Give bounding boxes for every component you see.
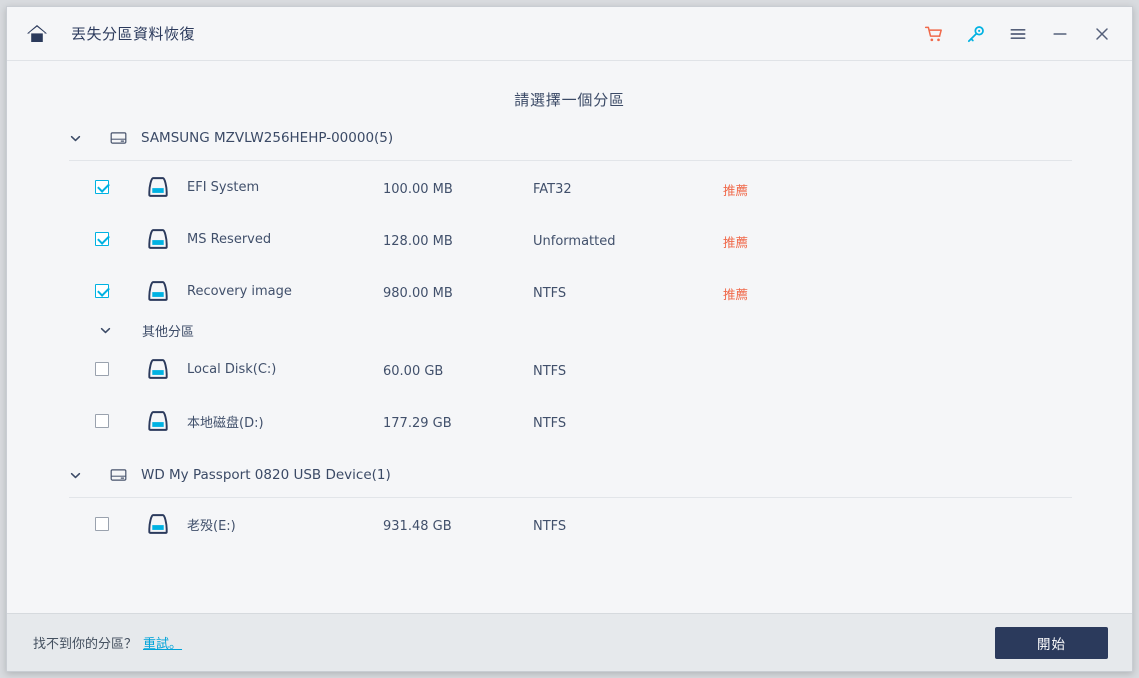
device-group: WD My Passport 0820 USB Device(1) 老殁(E:) 9… (7, 461, 1132, 550)
key-icon[interactable] (958, 17, 994, 51)
partition-checkbox[interactable] (95, 517, 109, 531)
partition-recommended-badge: 推薦 (723, 183, 749, 198)
window-title: 丟失分區資料恢復 (71, 25, 196, 43)
partition-checkbox[interactable] (95, 284, 109, 298)
partition-checkbox[interactable] (95, 232, 109, 246)
partition-filesystem: NTFS (533, 286, 567, 301)
partition-filesystem: NTFS (533, 364, 567, 379)
subgroup-header[interactable]: 其他分區 (7, 317, 1132, 343)
partition-checkbox[interactable] (95, 414, 109, 428)
partition-checkbox[interactable] (95, 362, 109, 376)
chevron-down-icon[interactable] (99, 324, 126, 337)
chevron-down-icon[interactable] (69, 469, 96, 482)
partition-selection-panel: 請選擇一個分區 SAMSUNG MZVLW256HEHP-00000(5) EFI… (7, 61, 1132, 613)
partition-recommended-badge: 推薦 (723, 287, 749, 302)
partition-icon (127, 279, 171, 303)
device-header[interactable]: SAMSUNG MZVLW256HEHP-00000(5) (7, 124, 1132, 152)
partition-filesystem: NTFS (533, 416, 567, 431)
partition-size: 60.00 GB (383, 364, 444, 379)
device-group: SAMSUNG MZVLW256HEHP-00000(5) EFI System 1… (7, 124, 1132, 447)
partition-name: MS Reserved (187, 231, 272, 247)
partition-size: 100.00 MB (383, 182, 453, 197)
partition-row[interactable]: 本地磁盘(D:) 177.29 GB NTFS (7, 395, 1132, 447)
start-button[interactable]: 開始 (995, 626, 1108, 659)
device-header[interactable]: WD My Passport 0820 USB Device(1) (7, 461, 1132, 489)
partition-icon (127, 409, 171, 433)
partition-checkbox[interactable] (95, 180, 109, 194)
partition-row[interactable]: EFI System 100.00 MB FAT32 推薦 (7, 161, 1132, 213)
partition-icon (127, 227, 171, 251)
partition-name: 本地磁盘(D:) (187, 415, 264, 431)
hamburger-menu-icon[interactable] (1000, 17, 1036, 51)
partition-filesystem: FAT32 (533, 182, 572, 197)
partition-name: Recovery image (187, 283, 292, 299)
partition-recommended-badge: 推薦 (723, 235, 749, 250)
partition-name: EFI System (187, 179, 260, 195)
partition-name: 老殁(E:) (187, 518, 236, 534)
footer-bar: 找不到你的分區？ 重試。 開始 (7, 613, 1132, 671)
device-name: SAMSUNG MZVLW256HEHP-00000(5) (141, 130, 394, 146)
partition-row[interactable]: 老殁(E:) 931.48 GB NTFS (7, 498, 1132, 550)
partition-size: 931.48 GB (383, 519, 452, 534)
minimize-icon[interactable] (1042, 17, 1078, 51)
partition-size: 177.29 GB (383, 416, 452, 431)
partition-size: 980.00 MB (383, 286, 453, 301)
home-icon[interactable] (25, 22, 49, 46)
partition-name: Local Disk(C:) (187, 361, 277, 377)
partition-filesystem: Unformatted (533, 234, 616, 249)
partition-icon (127, 512, 171, 536)
app-window: 丟失分區資料恢復 請選擇一個分區 SAMSUNG MZVLW256HEHP-00… (6, 6, 1133, 672)
footer-question: 找不到你的分區？ (33, 637, 138, 652)
shopping-cart-icon[interactable] (916, 17, 952, 51)
device-name: WD My Passport 0820 USB Device(1) (141, 467, 391, 483)
partition-icon (127, 357, 171, 381)
disk-drive-icon (110, 130, 127, 146)
device-list: SAMSUNG MZVLW256HEHP-00000(5) EFI System 1… (7, 124, 1132, 550)
partition-filesystem: NTFS (533, 519, 567, 534)
chevron-down-icon[interactable] (69, 132, 96, 145)
subgroup-label: 其他分區 (142, 324, 195, 340)
partition-size: 128.00 MB (383, 234, 453, 249)
partition-row[interactable]: Recovery image 980.00 MB NTFS 推薦 (7, 265, 1132, 317)
close-icon[interactable] (1084, 17, 1120, 51)
partition-row[interactable]: Local Disk(C:) 60.00 GB NTFS (7, 343, 1132, 395)
page-title: 請選擇一個分區 (514, 91, 625, 109)
partition-row[interactable]: MS Reserved 128.00 MB Unformatted 推薦 (7, 213, 1132, 265)
retry-link[interactable]: 重試。 (143, 633, 182, 652)
partition-icon (127, 175, 171, 199)
disk-drive-icon (110, 467, 127, 483)
title-bar: 丟失分區資料恢復 (7, 7, 1132, 61)
